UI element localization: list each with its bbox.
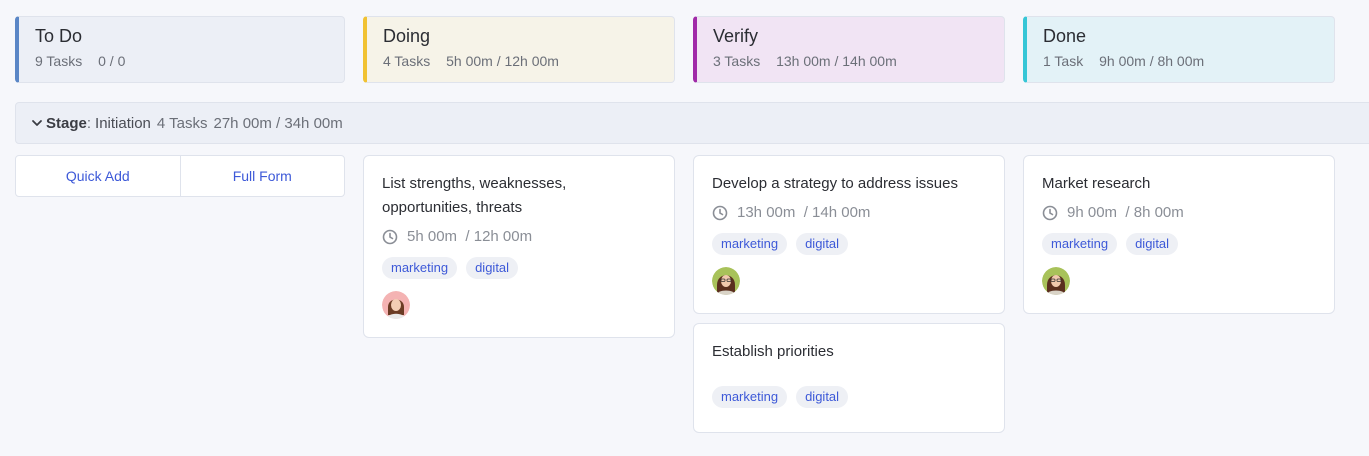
- chevron-down-icon[interactable]: [30, 116, 44, 130]
- tag-digital[interactable]: digital: [796, 233, 849, 255]
- column-task-count: 4 Tasks: [383, 53, 431, 69]
- quick-add-button[interactable]: Quick Add: [16, 156, 180, 196]
- column-header-done[interactable]: Done 1 Task 9h 00m / 8h 00m: [1023, 16, 1335, 83]
- tag-marketing[interactable]: marketing: [712, 386, 788, 408]
- tag-marketing[interactable]: marketing: [382, 257, 458, 279]
- column-task-count: 1 Task: [1043, 53, 1084, 69]
- column-hours: 9h 00m / 8h 00m: [1099, 53, 1205, 69]
- column-header-verify[interactable]: Verify 3 Tasks 13h 00m / 14h 00m: [693, 16, 1005, 83]
- stage-group-header[interactable]: Stage: Initiation 4 Tasks 27h 00m / 34h …: [15, 102, 1369, 144]
- task-tags: marketing digital: [712, 233, 986, 255]
- task-time-spent: 9h 00m: [1067, 204, 1118, 221]
- stage-task-count: 4 Tasks: [156, 114, 208, 132]
- task-title: List strengths, weaknesses, opportunitie…: [382, 175, 567, 216]
- task-time-estimate: / 14h 00m: [803, 204, 871, 221]
- task-tags: marketing digital: [712, 386, 986, 408]
- column-task-count: 9 Tasks: [35, 53, 83, 69]
- stage-label: Stage: [46, 114, 87, 132]
- stage-value: Initiation: [95, 114, 151, 132]
- clock-icon: [382, 229, 398, 244]
- assignee-avatar[interactable]: [382, 291, 410, 319]
- tag-marketing[interactable]: marketing: [1042, 233, 1118, 255]
- assignee-avatar[interactable]: [1042, 267, 1070, 295]
- column-hours: 13h 00m / 14h 00m: [776, 53, 897, 69]
- column-header-todo[interactable]: To Do 9 Tasks 0 / 0: [15, 16, 345, 83]
- column-meta: 3 Tasks 13h 00m / 14h 00m: [713, 53, 1004, 69]
- task-tags: marketing digital: [382, 257, 656, 279]
- column-title: To Do: [35, 26, 83, 46]
- stage-hours: 27h 00m / 34h 00m: [213, 114, 343, 132]
- full-form-button[interactable]: Full Form: [179, 156, 345, 196]
- task-time-estimate: / 8h 00m: [1125, 204, 1184, 221]
- add-task-toolbar: Quick Add Full Form: [15, 155, 345, 197]
- task-title: Establish priorities: [712, 343, 834, 360]
- task-title: Develop a strategy to address issues: [712, 175, 958, 192]
- column-hours: 5h 00m / 12h 00m: [446, 53, 559, 69]
- tag-digital[interactable]: digital: [466, 257, 519, 279]
- column-title: Doing: [383, 26, 431, 46]
- column-meta: 1 Task 9h 00m / 8h 00m: [1043, 53, 1334, 69]
- column-hours: 0 / 0: [98, 53, 126, 69]
- task-title: Market research: [1042, 175, 1151, 192]
- tag-digital[interactable]: digital: [796, 386, 849, 408]
- task-time-spent: 13h 00m: [737, 204, 796, 221]
- tag-digital[interactable]: digital: [1126, 233, 1179, 255]
- task-card[interactable]: List strengths, weaknesses, opportunitie…: [363, 155, 675, 338]
- stage-separator: :: [86, 114, 92, 132]
- clock-icon: [712, 205, 728, 220]
- clock-icon: [1042, 205, 1058, 220]
- column-meta: 4 Tasks 5h 00m / 12h 00m: [383, 53, 674, 69]
- column-title: Verify: [713, 26, 759, 46]
- tag-marketing[interactable]: marketing: [712, 233, 788, 255]
- column-header-doing[interactable]: Doing 4 Tasks 5h 00m / 12h 00m: [363, 16, 675, 83]
- task-time-spent: 5h 00m: [407, 228, 458, 245]
- column-task-count: 3 Tasks: [713, 53, 761, 69]
- task-time: 13h 00m / 14h 00m: [712, 204, 986, 221]
- task-card[interactable]: Market research 9h 00m / 8h 00m marketin…: [1023, 155, 1335, 314]
- task-time: 5h 00m / 12h 00m: [382, 228, 656, 245]
- column-title: Done: [1043, 26, 1087, 46]
- assignee-avatar[interactable]: [712, 267, 740, 295]
- column-meta: 9 Tasks 0 / 0: [35, 53, 344, 69]
- task-card[interactable]: Develop a strategy to address issues 13h…: [693, 155, 1005, 314]
- task-tags: marketing digital: [1042, 233, 1316, 255]
- task-time-estimate: / 12h 00m: [465, 228, 533, 245]
- task-time: 9h 00m / 8h 00m: [1042, 204, 1316, 221]
- task-card[interactable]: Establish priorities marketing digital: [693, 323, 1005, 433]
